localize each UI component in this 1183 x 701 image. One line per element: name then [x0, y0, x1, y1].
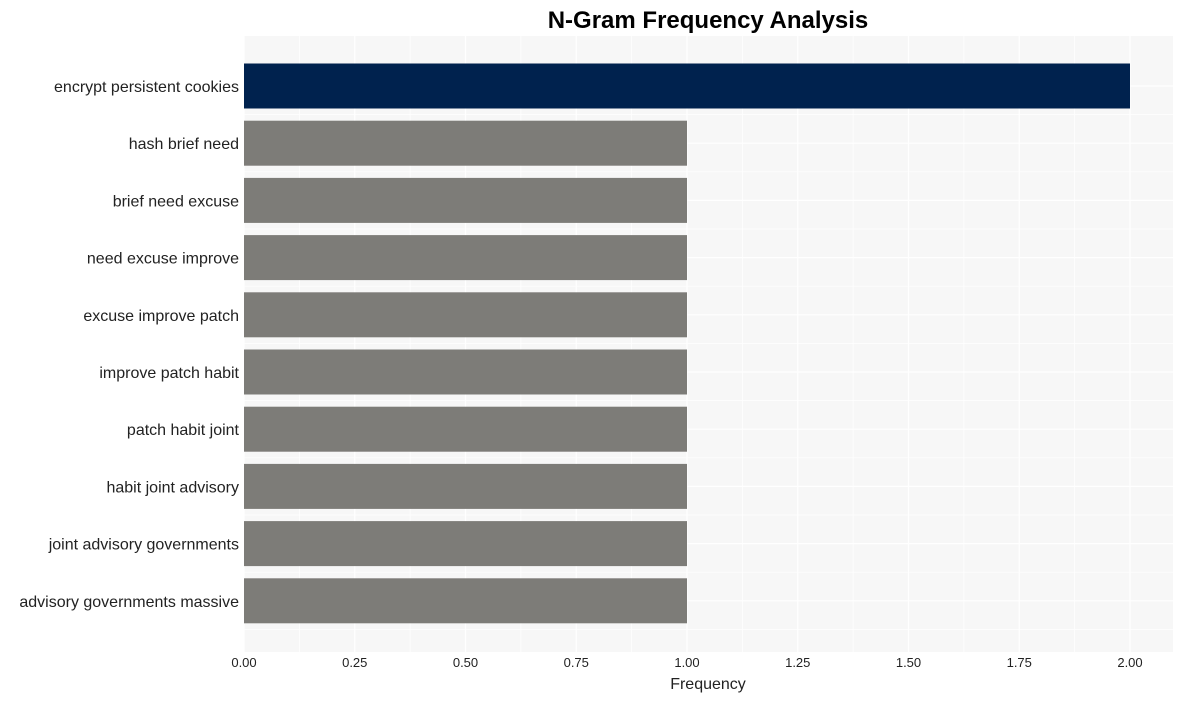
- x-tick-label: 1.25: [785, 655, 810, 670]
- category-label: patch habit joint: [127, 422, 240, 439]
- category-labels: encrypt persistent cookies hash brief nee…: [19, 79, 239, 611]
- bar: [244, 292, 687, 338]
- bar: [244, 521, 687, 567]
- ngram-bar-chart: encrypt persistent cookies hash brief nee…: [19, 7, 1173, 693]
- bar: [244, 63, 1130, 109]
- bar: [244, 177, 687, 223]
- bar: [244, 120, 687, 166]
- chart-title: N-Gram Frequency Analysis: [548, 7, 869, 34]
- x-tick-label: 2.00: [1117, 655, 1142, 670]
- category-label: habit joint advisory: [106, 479, 239, 496]
- bar: [244, 463, 687, 509]
- category-label: excuse improve patch: [83, 308, 239, 325]
- bar: [244, 235, 687, 281]
- x-tick-label: 1.50: [896, 655, 921, 670]
- x-tick-label: 0.50: [453, 655, 478, 670]
- x-tick-label: 0.00: [231, 655, 256, 670]
- category-label: advisory governments massive: [19, 594, 239, 611]
- category-label: need excuse improve: [87, 251, 239, 268]
- category-label: hash brief need: [129, 136, 239, 153]
- bar: [244, 406, 687, 452]
- x-tick-labels: 0.00 0.25 0.50 0.75 1.00 1.25 1.50 1.75 2.00: [231, 655, 1142, 670]
- x-axis-label: Frequency: [670, 676, 746, 693]
- x-tick-label: 1.00: [674, 655, 699, 670]
- category-label: encrypt persistent cookies: [54, 79, 239, 96]
- x-tick-label: 0.75: [564, 655, 589, 670]
- category-label: joint advisory governments: [48, 537, 239, 554]
- category-label: brief need excuse: [113, 193, 239, 210]
- bar: [244, 349, 687, 395]
- x-tick-label: 0.25: [342, 655, 367, 670]
- x-tick-label: 1.75: [1007, 655, 1032, 670]
- bar: [244, 578, 687, 624]
- category-label: improve patch habit: [99, 365, 239, 382]
